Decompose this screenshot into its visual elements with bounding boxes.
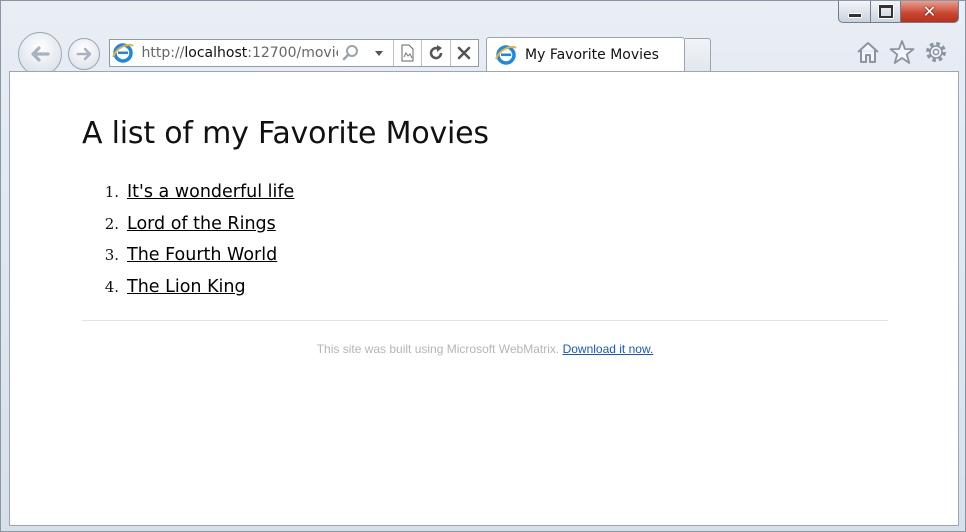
list-item: 1. It's a wonderful life bbox=[82, 176, 295, 208]
chevron-down-icon[interactable] bbox=[365, 40, 392, 66]
forward-button[interactable] bbox=[68, 38, 100, 70]
tab-my-favorite-movies[interactable]: My Favorite Movies bbox=[486, 37, 685, 72]
footer-divider bbox=[82, 320, 888, 321]
window-caption-buttons: ✕ bbox=[838, 1, 959, 23]
search-icon[interactable] bbox=[338, 40, 365, 66]
browser-toolbar bbox=[855, 39, 949, 65]
minimize-icon bbox=[847, 13, 862, 18]
home-icon[interactable] bbox=[855, 39, 881, 65]
movie-link[interactable]: The Lion King bbox=[127, 277, 246, 297]
footer: This site was built using Microsoft WebM… bbox=[82, 342, 888, 356]
movie-list: 1. It's a wonderful life 2. Lord of the … bbox=[82, 176, 295, 303]
url-text[interactable]: http://localhost:12700/movies bbox=[142, 45, 338, 61]
movie-link[interactable]: Lord of the Rings bbox=[127, 214, 276, 234]
gear-icon[interactable] bbox=[923, 39, 949, 65]
maximize-button[interactable] bbox=[871, 1, 901, 23]
close-icon: ✕ bbox=[922, 1, 937, 21]
movie-link[interactable]: The Fourth World bbox=[127, 245, 277, 265]
ie-logo-icon bbox=[110, 40, 136, 66]
page-content: A list of my Favorite Movies 1. It's a w… bbox=[9, 71, 959, 526]
back-button[interactable] bbox=[18, 32, 62, 76]
list-number: 4. bbox=[104, 277, 119, 296]
close-window-button[interactable]: ✕ bbox=[901, 1, 959, 23]
download-link[interactable]: Download it now. bbox=[563, 342, 654, 356]
list-number: 2. bbox=[104, 214, 119, 233]
address-bar[interactable]: http://localhost:12700/movies bbox=[109, 39, 479, 67]
forward-arrow-icon bbox=[76, 47, 92, 61]
tab-title: My Favorite Movies bbox=[525, 47, 659, 63]
list-number: 1. bbox=[104, 182, 119, 201]
maximize-icon bbox=[878, 5, 893, 18]
new-tab-button[interactable] bbox=[685, 38, 711, 71]
list-item: 4. The Lion King bbox=[82, 271, 294, 303]
list-item: 3. The Fourth World bbox=[82, 239, 294, 271]
browser-window: ✕ http://localhost:12700/movies bbox=[0, 0, 966, 532]
stop-icon[interactable] bbox=[451, 40, 478, 66]
movie-link[interactable]: It's a wonderful life bbox=[127, 182, 294, 202]
list-number: 3. bbox=[104, 246, 119, 265]
minimize-button[interactable] bbox=[838, 1, 871, 23]
star-icon[interactable] bbox=[889, 39, 915, 65]
footer-text: This site was built using Microsoft WebM… bbox=[316, 342, 560, 356]
page-title: A list of my Favorite Movies bbox=[82, 116, 489, 151]
compatibility-view-icon[interactable] bbox=[394, 40, 421, 66]
ie-logo-icon bbox=[493, 42, 519, 68]
list-item: 2. Lord of the Rings bbox=[82, 208, 294, 240]
refresh-icon[interactable] bbox=[422, 40, 449, 66]
back-arrow-icon bbox=[31, 46, 50, 62]
